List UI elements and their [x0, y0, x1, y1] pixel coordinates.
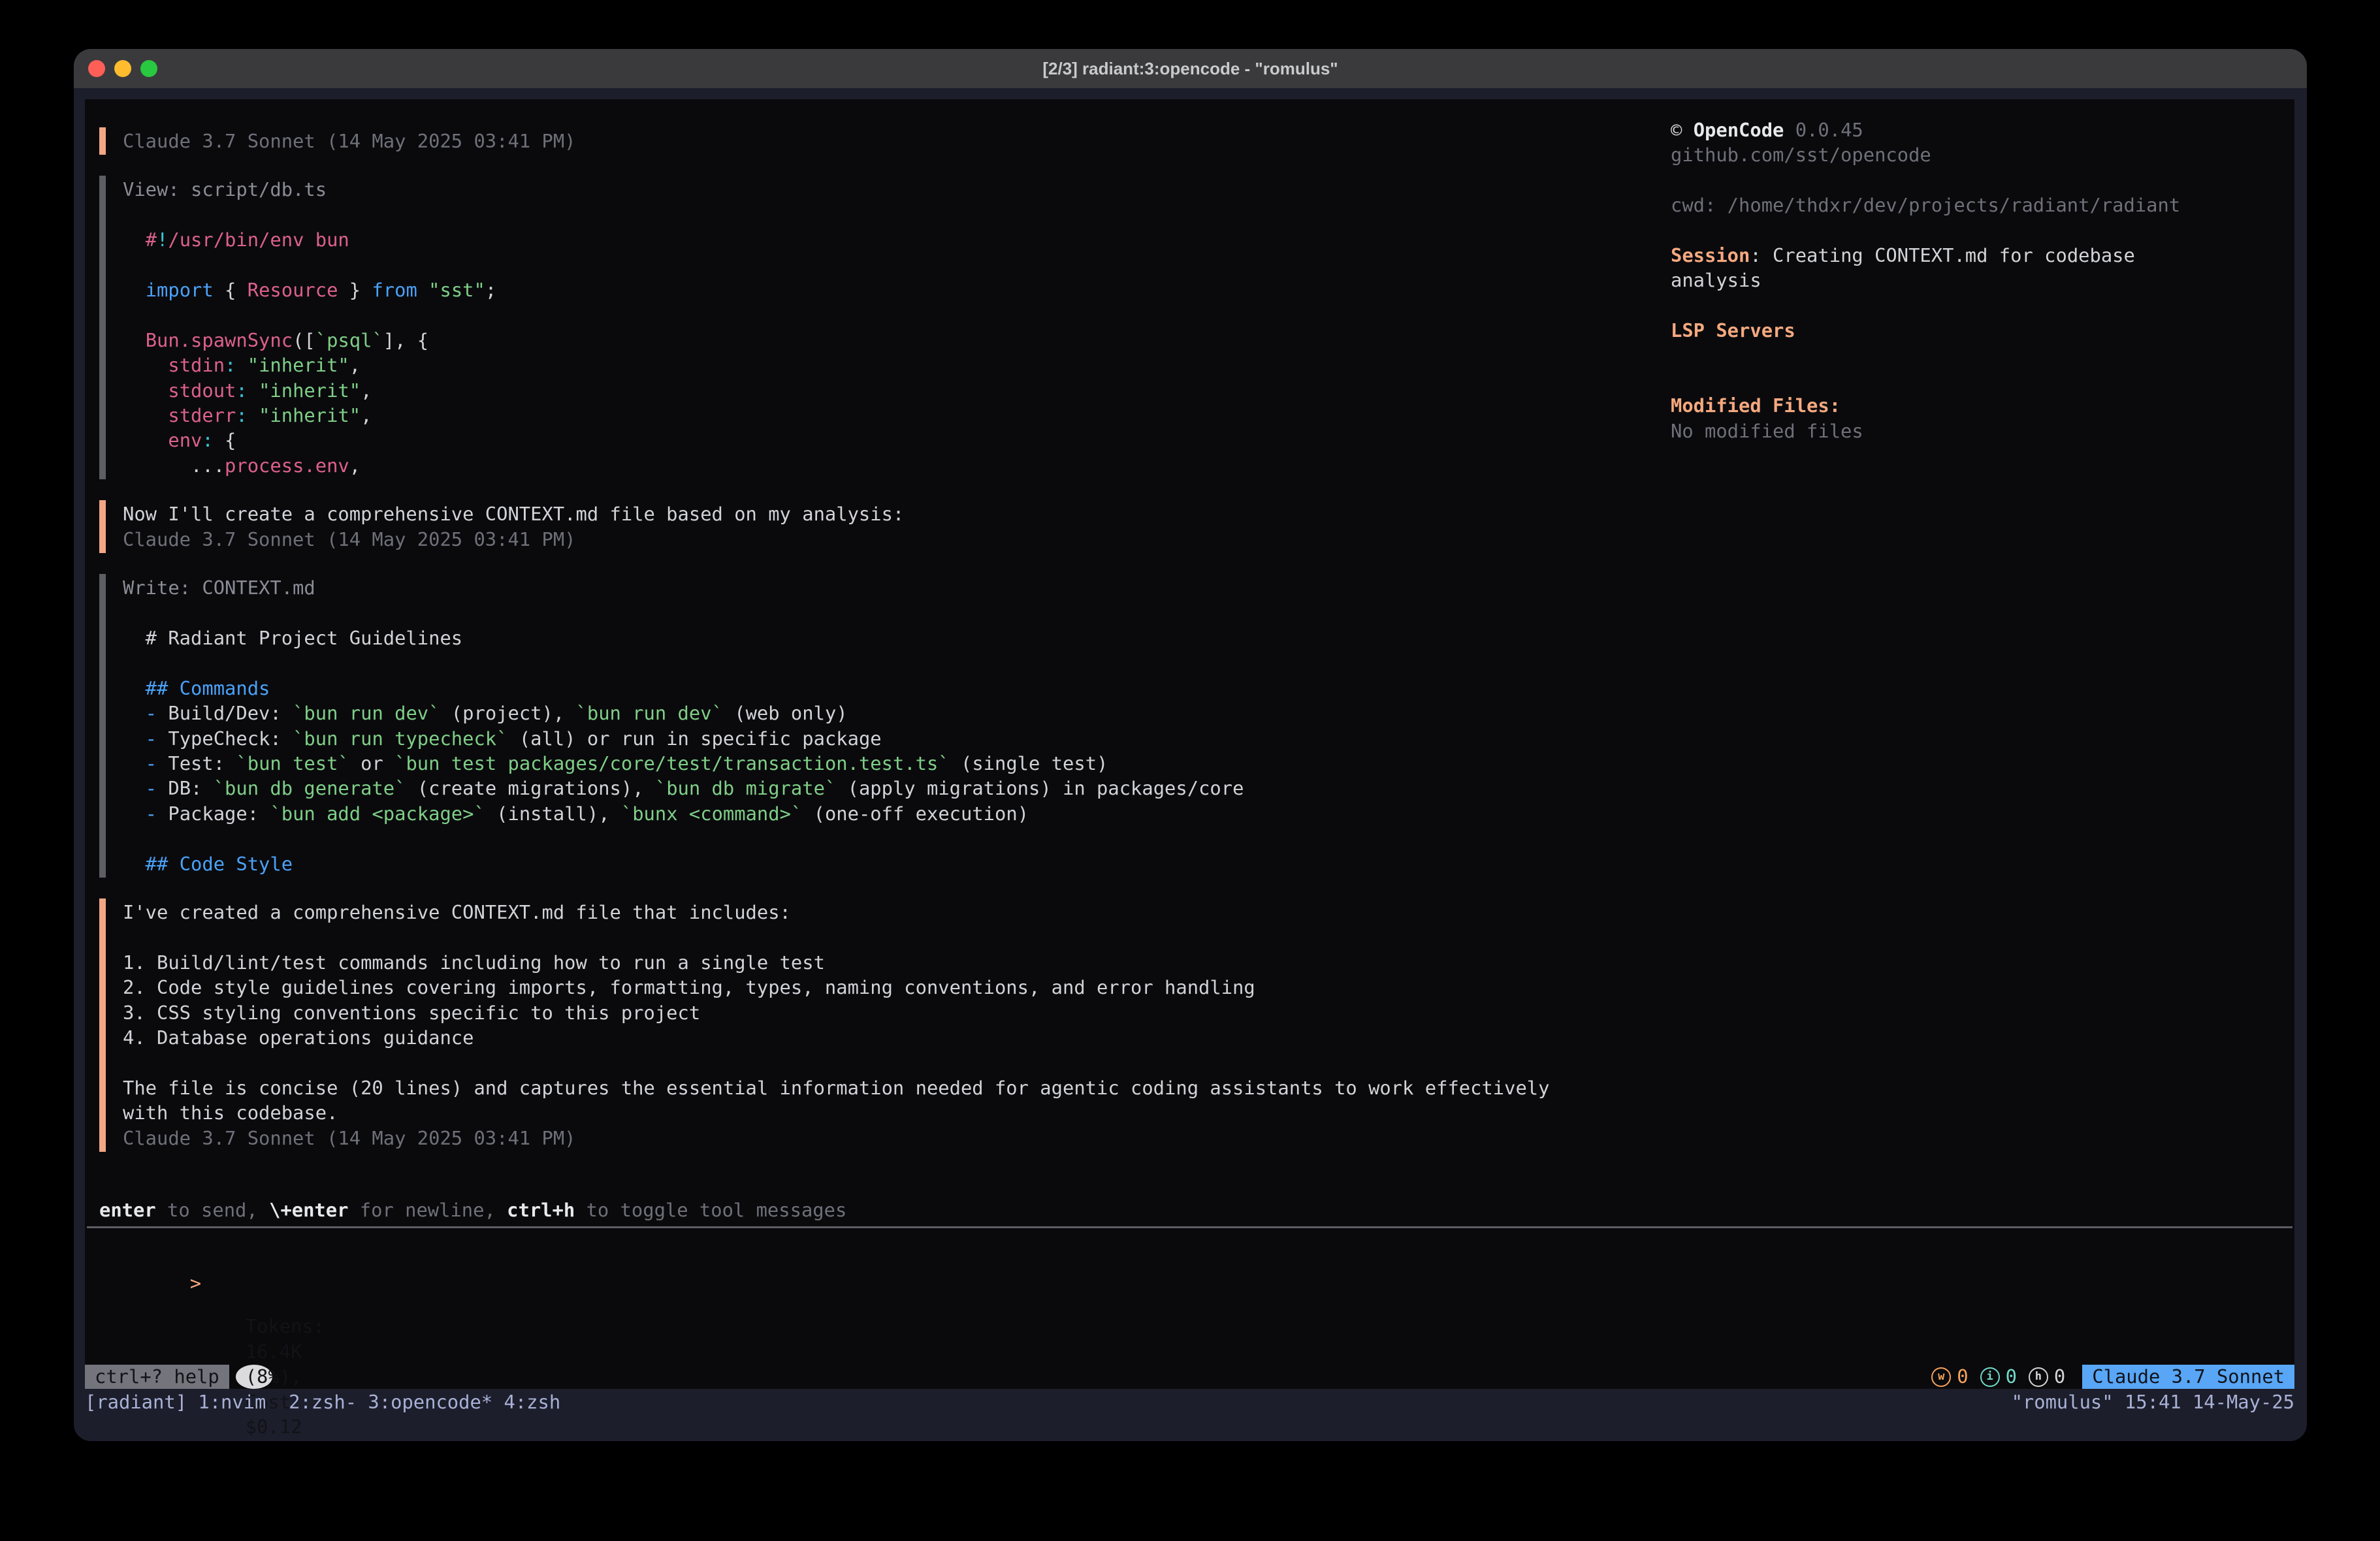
terminal-line: 2. Code style guidelines covering import…	[123, 975, 1647, 1000]
terminal-content: Claude 3.7 Sonnet (14 May 2025 03:41 PM)…	[74, 88, 2307, 1441]
terminal-line: - Build/Dev: `bun run dev` (project), `b…	[123, 701, 1647, 725]
terminal-line: 4. Database operations guidance	[123, 1025, 1647, 1050]
diagnostic-count: 0	[2006, 1364, 2017, 1389]
terminal-line: stderr: "inherit",	[123, 403, 1647, 428]
terminal-line	[123, 925, 1647, 949]
tokens-cost-chip: Tokens: 16.4K (8%), Cost: $0.12	[236, 1365, 272, 1389]
window-title: [2/3] radiant:3:opencode - "romulus"	[74, 59, 2307, 79]
terminal-line: # Radiant Project Guidelines	[123, 626, 1647, 650]
hint-count: h0	[2029, 1364, 2065, 1389]
terminal-line	[123, 253, 1647, 278]
terminal-line: analysis	[1671, 268, 2278, 293]
terminal-line: The file is concise (20 lines) and captu…	[123, 1075, 1647, 1100]
w-circle-icon: w	[1931, 1367, 1951, 1387]
terminal-line	[123, 826, 1647, 851]
terminal-line: Claude 3.7 Sonnet (14 May 2025 03:41 PM)	[123, 527, 1647, 552]
terminal-line: Bun.spawnSync([`psql`], {	[123, 328, 1647, 353]
terminal-line: github.com/sst/opencode	[1671, 142, 2278, 167]
tmux-windows-list[interactable]: [radiant] 1:nvim 2:zsh- 3:opencode* 4:zs…	[85, 1390, 560, 1414]
terminal-line: ## Commands	[123, 676, 1647, 701]
terminal-line: env: {	[123, 428, 1647, 453]
terminal-window: [2/3] radiant:3:opencode - "romulus" Cla…	[74, 49, 2307, 1441]
assistant-message: Now I'll create a comprehensive CONTEXT.…	[99, 500, 1647, 553]
terminal-line	[123, 202, 1647, 227]
terminal-line	[123, 601, 1647, 626]
window-titlebar: [2/3] radiant:3:opencode - "romulus"	[74, 49, 2307, 88]
terminal-line: stdout: "inherit",	[123, 378, 1647, 403]
terminal-line: View: script/db.ts	[123, 177, 1647, 202]
terminal-line: Claude 3.7 Sonnet (14 May 2025 03:41 PM)	[123, 1126, 1647, 1151]
terminal-line: Claude 3.7 Sonnet (14 May 2025 03:41 PM)	[123, 129, 1647, 153]
tool-output-write: Write: CONTEXT.md # Radiant Project Guid…	[99, 574, 1647, 878]
h-circle-icon: h	[2029, 1367, 2048, 1387]
input-divider	[87, 1226, 2292, 1228]
terminal-line: ## Code Style	[123, 851, 1647, 876]
terminal-line	[1671, 168, 2278, 193]
warning-count: w0	[1931, 1364, 1968, 1389]
assistant-message: I've created a comprehensive CONTEXT.md …	[99, 898, 1647, 1152]
terminal-line: - DB: `bun db generate` (create migratio…	[123, 776, 1647, 801]
diagnostics-group: w0i0h0	[1926, 1364, 2065, 1389]
info-panel: © OpenCode 0.0.45github.com/sst/opencode…	[1671, 118, 2278, 443]
terminal-line: - Test: `bun test` or `bun test packages…	[123, 751, 1647, 776]
tmux-session-clock: "romulus" 15:41 14-May-25	[2012, 1390, 2294, 1414]
terminal-line	[123, 1050, 1647, 1075]
terminal-line: cwd: /home/thdxr/dev/projects/radiant/ra…	[1671, 193, 2278, 217]
terminal-line: Modified Files:	[1671, 393, 2278, 418]
status-right-group: w0i0h0 Claude 3.7 Sonnet	[1926, 1364, 2294, 1389]
terminal-line: with this codebase.	[123, 1100, 1647, 1125]
terminal-line	[123, 650, 1647, 675]
terminal-line: Write: CONTEXT.md	[123, 575, 1647, 600]
terminal-line: I've created a comprehensive CONTEXT.md …	[123, 900, 1647, 925]
terminal-line	[1671, 218, 2278, 243]
status-bar: ctrl+? help Tokens: 16.4K (8%), Cost: $0.…	[85, 1365, 2294, 1389]
terminal-line: 1. Build/lint/test commands including ho…	[123, 950, 1647, 975]
model-badge: Claude 3.7 Sonnet	[2082, 1365, 2294, 1389]
diagnostic-count: 0	[2054, 1364, 2065, 1389]
terminal-line: © OpenCode 0.0.45	[1671, 118, 2278, 142]
terminal-line: import { Resource } from "sst";	[123, 278, 1647, 302]
terminal-line	[1671, 368, 2278, 393]
prompt-symbol: >	[190, 1272, 201, 1294]
terminal-line: - Package: `bun add <package>` (install)…	[123, 801, 1647, 826]
terminal-line	[1671, 343, 2278, 368]
tmux-status-bar: [radiant] 1:nvim 2:zsh- 3:opencode* 4:zs…	[85, 1389, 2294, 1415]
terminal-line: Now I'll create a comprehensive CONTEXT.…	[123, 501, 1647, 526]
terminal-line: No modified files	[1671, 419, 2278, 443]
terminal-line: 3. CSS styling conventions specific to t…	[123, 1000, 1647, 1025]
terminal-line: stdin: "inherit",	[123, 353, 1647, 377]
tool-output-view: View: script/db.ts #!/usr/bin/env bun im…	[99, 176, 1647, 479]
terminal-line	[123, 302, 1647, 327]
prompt-input[interactable]: >	[99, 1246, 201, 1321]
info-count: i0	[1980, 1364, 2017, 1389]
terminal-line	[1671, 293, 2278, 318]
terminal-line: - TypeCheck: `bun run typecheck` (all) o…	[123, 726, 1647, 751]
i-circle-icon: i	[1980, 1367, 2000, 1387]
keybinding-hints: enter to send, \+enter for newline, ctrl…	[99, 1198, 1647, 1222]
terminal-line: ...process.env,	[123, 453, 1647, 478]
status-left-chips: ctrl+? help Tokens: 16.4K (8%), Cost: $0.…	[85, 1365, 272, 1389]
terminal-line: LSP Servers	[1671, 318, 2278, 343]
diagnostic-count: 0	[1957, 1364, 1968, 1389]
chat-log: Claude 3.7 Sonnet (14 May 2025 03:41 PM)…	[99, 127, 1647, 1222]
terminal-line: #!/usr/bin/env bun	[123, 227, 1647, 252]
terminal-line: Session: Creating CONTEXT.md for codebas…	[1671, 243, 2278, 268]
help-shortcut-chip: ctrl+? help	[85, 1365, 229, 1389]
assistant-message-header: Claude 3.7 Sonnet (14 May 2025 03:41 PM)	[99, 127, 1647, 155]
